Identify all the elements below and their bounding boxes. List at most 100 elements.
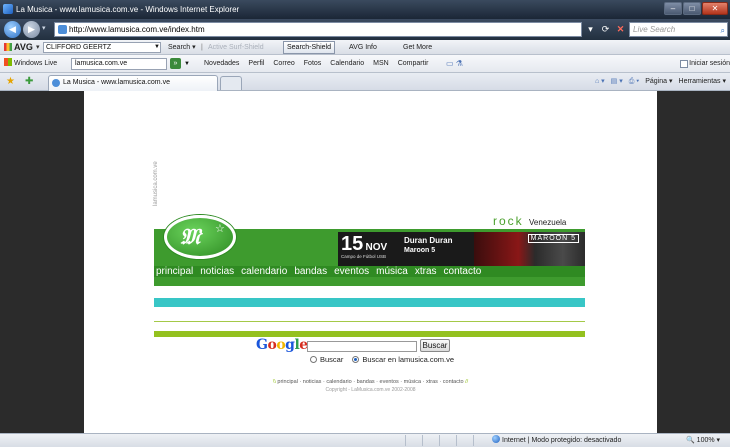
- live-search-input[interactable]: Live Search ⌕: [629, 22, 728, 37]
- print-icon[interactable]: ⎙ ▾: [629, 73, 640, 91]
- side-url-text: lamusica.com.ve: [153, 161, 159, 206]
- address-bar: ◀ ▶ ▾ http://www.lamusica.com.ve/index.h…: [0, 19, 730, 40]
- radio-site-label: Buscar en lamusica.com.ve: [362, 355, 455, 364]
- nav-contacto[interactable]: contacto: [444, 266, 482, 277]
- wl-link-compartir[interactable]: Compartir: [398, 55, 429, 73]
- stop-icon[interactable]: ✕: [614, 22, 627, 37]
- nav-bandas[interactable]: bandas: [294, 266, 327, 277]
- refresh-icon[interactable]: ⟳: [599, 22, 612, 37]
- cyan-divider: [154, 298, 585, 307]
- avg-icon: [4, 43, 12, 51]
- feeds-icon[interactable]: ▤ ▾: [611, 73, 623, 91]
- wl-link-novedades[interactable]: Novedades: [204, 55, 239, 73]
- wl-link-fotos[interactable]: Fotos: [304, 55, 322, 73]
- windows-live-links: Novedades Perfil Correo Fotos Calendario…: [204, 55, 428, 73]
- url-text: http://www.lamusica.com.ve/index.htm: [69, 25, 205, 34]
- radio-web[interactable]: [310, 356, 317, 363]
- wl-link-perfil[interactable]: Perfil: [248, 55, 264, 73]
- wl-link-correo[interactable]: Correo: [273, 55, 294, 73]
- signin-link[interactable]: Iniciar sesión: [689, 55, 730, 73]
- browser-viewport: lamusica.com.ve rock Venezuela 15 NOV Ca…: [0, 91, 730, 433]
- forward-button[interactable]: ▶: [23, 21, 40, 38]
- google-logo: Google: [256, 337, 308, 353]
- avg-search-button[interactable]: Search ▾: [168, 40, 196, 55]
- url-field[interactable]: http://www.lamusica.com.ve/index.htm: [54, 22, 582, 37]
- event-month: NOV: [365, 242, 388, 253]
- google-search-input[interactable]: [307, 341, 417, 352]
- logo-monogram-icon: 𝔐: [180, 224, 201, 250]
- back-button[interactable]: ◀: [4, 21, 21, 38]
- wl-link-calendario[interactable]: Calendario: [330, 55, 364, 73]
- nav-musica[interactable]: música: [376, 266, 408, 277]
- url-dropdown-icon[interactable]: ▾: [584, 22, 597, 37]
- divider: |: [201, 44, 203, 51]
- recent-pages-dropdown[interactable]: ▾: [42, 24, 46, 32]
- nav-principal[interactable]: principal: [156, 266, 193, 277]
- favorites-star-icon[interactable]: ★: [6, 73, 15, 91]
- ie-icon: [3, 4, 13, 14]
- minimize-button[interactable]: –: [664, 2, 682, 15]
- windows-live-search-field[interactable]: lamusica.com.ve: [71, 58, 167, 70]
- home-icon[interactable]: ⌂ ▾: [595, 73, 605, 91]
- star-icon: ☆: [215, 223, 225, 235]
- tab-lamusica[interactable]: La Musica - www.lamusica.com.ve: [48, 75, 218, 91]
- search-icon[interactable]: ⌕: [721, 24, 725, 37]
- globe-icon: [492, 435, 500, 443]
- window-title: La Musica - www.lamusica.com.ve - Window…: [16, 5, 240, 14]
- event-date: 15 NOV: [341, 233, 387, 256]
- page-menu[interactable]: Página ▾: [645, 73, 672, 91]
- green-rule: [154, 321, 585, 322]
- windows-live-toolbar: Windows Live lamusica.com.ve » ▼ Novedad…: [0, 55, 730, 73]
- web-page: lamusica.com.ve rock Venezuela 15 NOV Ca…: [84, 91, 657, 433]
- chevron-down-icon[interactable]: ▼: [154, 40, 160, 55]
- site-logo[interactable]: 𝔐 ☆: [164, 215, 236, 259]
- search-scope-options: Buscar Buscar en lamusica.com.ve: [310, 355, 454, 364]
- new-tab-button[interactable]: [220, 76, 242, 90]
- status-segments: [405, 435, 490, 446]
- event-support: Maroon 5: [404, 247, 436, 254]
- get-more-button[interactable]: Get More: [403, 40, 432, 55]
- zoom-level[interactable]: 🔍 100% ▾: [686, 434, 720, 447]
- nav-calendario[interactable]: calendario: [241, 266, 287, 277]
- active-surf-shield-button[interactable]: Active Surf-Shield: [208, 40, 264, 55]
- wl-link-msn[interactable]: MSN: [373, 55, 389, 73]
- rock-venezuela-title: rock Venezuela: [493, 214, 567, 228]
- close-button[interactable]: ✕: [702, 2, 728, 15]
- checkbox-icon[interactable]: [680, 60, 688, 68]
- event-venue: Campo de Fútbol USB: [341, 254, 387, 259]
- radio-web-label: Buscar: [320, 355, 344, 364]
- avg-toolbar: AVG ▾ CLIFFORD GEERTZ ▼ Search ▾ | Activ…: [0, 40, 730, 55]
- radio-site[interactable]: [352, 356, 360, 363]
- security-zone[interactable]: Internet | Modo protegido: desactivado: [492, 434, 621, 447]
- toolbar-extra-icons[interactable]: ▭ ⚗: [446, 55, 463, 73]
- event-acts: Duran Duran Maroon 5: [404, 236, 452, 256]
- title-bar: La Musica - www.lamusica.com.ve - Window…: [0, 0, 730, 19]
- add-favorite-icon[interactable]: ✚: [25, 73, 33, 91]
- nav-noticias[interactable]: noticias: [200, 266, 234, 277]
- chevron-down-icon[interactable]: ▼: [184, 55, 190, 73]
- tab-title: La Musica - www.lamusica.com.ve: [63, 79, 170, 86]
- nav-eventos[interactable]: eventos: [334, 266, 369, 277]
- footer-links[interactable]: \\ principal · noticias · calendario · b…: [84, 379, 657, 385]
- buscar-button[interactable]: Buscar: [420, 339, 450, 352]
- window-controls: – □ ✕: [663, 2, 728, 16]
- go-icon[interactable]: »: [170, 58, 181, 69]
- page-icon: [52, 79, 60, 87]
- avg-menu-arrow-icon[interactable]: ▾: [36, 40, 40, 55]
- copyright: Copyright - LaMusica.com.ve 2002-2008: [325, 387, 416, 393]
- band-photo: MAROON 5: [474, 232, 585, 266]
- avg-info-button[interactable]: AVG Info: [349, 40, 377, 55]
- windows-live-logo[interactable]: Windows Live: [4, 55, 57, 73]
- site-navbar: principal noticias calendario bandas eve…: [154, 266, 585, 277]
- status-bar: Internet | Modo protegido: desactivado 🔍…: [0, 433, 730, 447]
- avg-user-field[interactable]: CLIFFORD GEERTZ: [43, 42, 161, 53]
- nav-xtras[interactable]: xtras: [415, 266, 437, 277]
- maximize-button[interactable]: □: [683, 2, 701, 15]
- windows-flag-icon: [4, 58, 12, 66]
- band-logo: MAROON 5: [527, 234, 579, 243]
- tools-menu[interactable]: Herramientas ▾: [679, 73, 726, 91]
- search-shield-button[interactable]: Search-Shield: [283, 41, 335, 54]
- command-bar: ⌂ ▾ ▤ ▾ ⎙ ▾ Página ▾ Herramientas ▾: [595, 73, 726, 91]
- event-headliner: Duran Duran: [404, 236, 453, 245]
- avg-logo[interactable]: AVG: [4, 40, 33, 55]
